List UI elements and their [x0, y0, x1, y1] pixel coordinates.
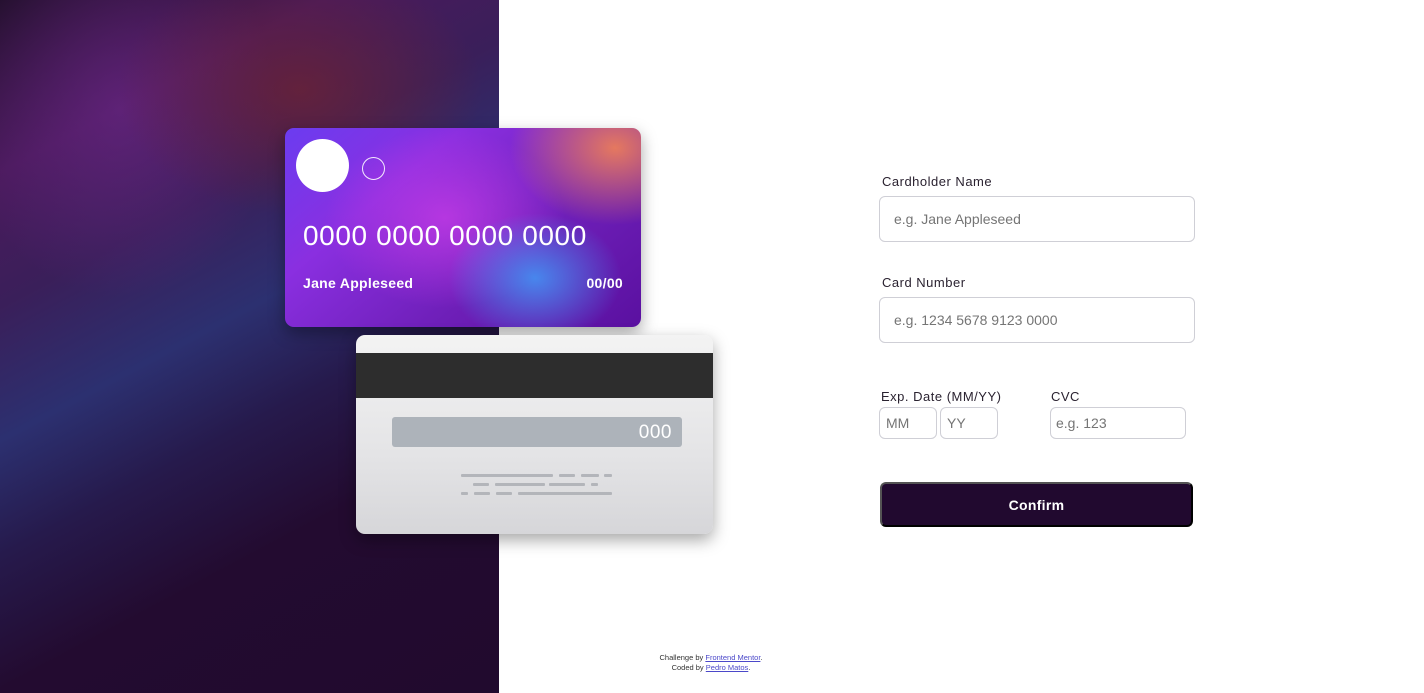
attribution-challenge-text: Challenge by	[659, 653, 706, 662]
cvc-label: CVC	[1051, 389, 1080, 404]
attribution-period: .	[760, 653, 763, 662]
attribution-period: .	[748, 662, 751, 672]
card-expiry-display: 00/00	[586, 275, 623, 291]
card-back: 000	[356, 335, 713, 534]
exp-year-input[interactable]	[940, 407, 998, 439]
attribution-coded-text: Coded by	[671, 662, 706, 672]
card-number-input[interactable]	[879, 297, 1195, 343]
attribution-footer: Challenge by Frontend Mentor. Coded by P…	[600, 653, 822, 672]
attribution-challenge-line: Challenge by Frontend Mentor.	[600, 653, 822, 663]
card-front: 0000 0000 0000 0000 Jane Appleseed 00/00	[285, 128, 641, 327]
exp-month-input[interactable]	[879, 407, 937, 439]
card-logo-large-circle	[296, 139, 349, 192]
card-number-display: 0000 0000 0000 0000	[303, 220, 587, 251]
cardholder-name-label: Cardholder Name	[882, 174, 993, 189]
attribution-coded-line: Coded by Pedro Matos.	[600, 663, 822, 673]
cvc-input[interactable]	[1050, 407, 1186, 439]
signature-strip: 000	[392, 417, 682, 447]
card-logo-small-circle	[362, 157, 385, 180]
frontend-mentor-link[interactable]: Frontend Mentor	[705, 653, 760, 662]
confirm-button[interactable]: Confirm	[880, 482, 1193, 527]
cardholder-name-display: Jane Appleseed	[303, 275, 414, 291]
exp-date-label: Exp. Date (MM/YY)	[881, 389, 1002, 404]
card-fine-print	[461, 474, 613, 496]
cardholder-name-input[interactable]	[879, 196, 1195, 242]
magnetic-stripe	[356, 353, 713, 398]
card-cvc-display: 000	[638, 422, 672, 443]
card-number-label: Card Number	[882, 275, 966, 290]
author-link[interactable]: Pedro Matos	[706, 663, 749, 672]
